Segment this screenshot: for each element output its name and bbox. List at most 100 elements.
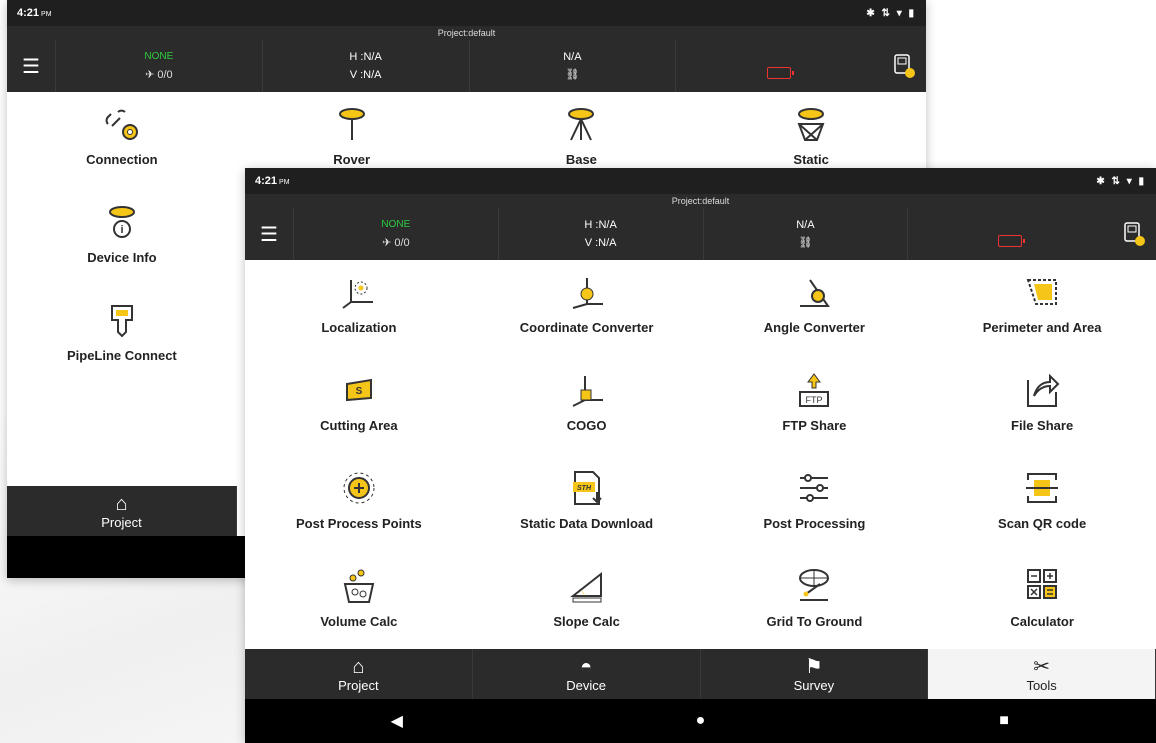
svg-text:FTP: FTP — [806, 395, 823, 405]
pipeline-icon — [110, 305, 133, 338]
precision-status[interactable]: H :N/A V :N/A — [261, 40, 469, 92]
device-icon: ◓ — [580, 655, 593, 678]
tile-file-share[interactable]: File Share — [928, 362, 1156, 460]
svg-text:S: S — [356, 386, 363, 397]
back-nav-icon[interactable]: ◀ — [367, 711, 427, 731]
angle-converter-icon — [800, 279, 831, 307]
tile-calculator[interactable]: Calculator — [928, 558, 1156, 656]
recents-nav-icon[interactable]: ■ — [974, 712, 1034, 730]
fix-status[interactable]: NONE ✈ 0/0 — [293, 208, 498, 260]
receiver-download-icon[interactable] — [1112, 208, 1156, 260]
tile-post-processing[interactable]: Post Processing — [701, 460, 929, 558]
tile-label: Localization — [321, 320, 397, 335]
tile-label: Perimeter and Area — [982, 320, 1102, 335]
system-status-icons: ✱ ⇅ ▾ ▮ — [866, 7, 916, 19]
tile-label: Volume Calc — [320, 614, 398, 629]
grid-to-ground-icon — [799, 569, 830, 601]
system-status-icons: ✱ ⇅ ▾ ▮ — [1096, 175, 1146, 187]
tile-label: File Share — [1011, 418, 1074, 433]
tile-pipeline-connect[interactable]: PipeLine Connect — [7, 292, 237, 390]
front-tablet-screen: 4:21 PM ✱ ⇅ ▾ ▮ Project:default ☰ NONE ✈ … — [245, 168, 1156, 743]
tile-label: Coordinate Converter — [519, 320, 654, 335]
tile-static-data-download[interactable]: STH Static Data Download — [473, 460, 701, 558]
localization-icon — [342, 280, 373, 309]
tile-label: Grid To Ground — [766, 614, 863, 629]
project-title: Project:default — [245, 194, 1156, 208]
gnss-info-bar: ☰ NONE ✈ 0/0 H :N/A V :N/A N/A ⛓ — [7, 40, 926, 92]
broken-link-icon: ⛓ — [798, 237, 813, 249]
tools-tile-grid: Localization Coordinate Converter Angle Co… — [245, 260, 1156, 652]
tile-volume-calc[interactable]: Volume Calc — [245, 558, 473, 656]
tab-device[interactable]: ◓ Device — [473, 649, 701, 699]
base-tripod-icon — [568, 108, 595, 141]
survey-icon: ⚑ — [804, 655, 823, 678]
post-process-points-icon — [343, 472, 375, 504]
scan-qr-icon — [1026, 473, 1059, 503]
tile-cogo[interactable]: COGO — [473, 362, 701, 460]
tile-label: Rover — [333, 152, 371, 167]
cogo-icon — [572, 376, 603, 407]
tile-label: Base — [565, 152, 597, 167]
receiver-download-icon[interactable] — [882, 40, 926, 92]
tile-label: Post Processing — [763, 516, 866, 531]
tile-label: Angle Converter — [763, 320, 865, 335]
tile-ftp-share[interactable]: FTP FTP Share — [701, 362, 929, 460]
tab-tools[interactable]: ✂ Tools — [928, 649, 1156, 699]
tile-label: COGO — [566, 418, 607, 433]
perimeter-area-icon — [1026, 279, 1058, 305]
home-icon: ⌂ — [115, 492, 128, 515]
file-share-icon — [1027, 373, 1060, 407]
link-status[interactable]: N/A ⛓ — [468, 40, 676, 92]
tile-slope-calc[interactable]: Slope Calc — [473, 558, 701, 656]
menu-icon[interactable]: ☰ — [245, 208, 293, 260]
tile-device-info[interactable]: i Device Info — [7, 194, 237, 292]
battery-status[interactable] — [907, 208, 1112, 260]
static-data-download-icon: STH — [572, 471, 602, 505]
precision-status[interactable]: H :N/A V :N/A — [497, 208, 703, 260]
tile-label: Slope Calc — [553, 614, 620, 629]
tile-angle-converter[interactable]: Angle Converter — [701, 264, 929, 362]
tile-label: Static — [793, 152, 829, 167]
tile-label: PipeLine Connect — [66, 348, 177, 363]
post-processing-icon — [800, 474, 829, 502]
clock: 4:21 PM — [255, 175, 290, 187]
svg-text:i: i — [120, 224, 123, 236]
menu-icon[interactable]: ☰ — [7, 40, 55, 92]
back-tab-bar: ⌂ Project — [7, 486, 237, 536]
device-info-icon: i — [108, 206, 135, 238]
battery-status[interactable] — [675, 40, 882, 92]
tile-label: Calculator — [1010, 614, 1074, 629]
battery-icon — [998, 235, 1026, 247]
tile-cutting-area[interactable]: S Cutting Area — [245, 362, 473, 460]
volume-calc-icon — [343, 569, 375, 603]
link-status[interactable]: N/A ⛓ — [702, 208, 908, 260]
tab-project[interactable]: ⌂ Project — [245, 649, 473, 699]
tile-coordinate-converter[interactable]: Coordinate Converter — [473, 264, 701, 362]
svg-text:STH: STH — [577, 485, 592, 492]
static-icon — [797, 108, 825, 141]
tile-label: Connection — [86, 152, 158, 167]
tile-label: Device Info — [87, 250, 157, 265]
tile-scan-qr-code[interactable]: Scan QR code — [928, 460, 1156, 558]
home-icon: ⌂ — [352, 655, 365, 678]
navigation-bar: ◀ ● ■ — [245, 699, 1156, 743]
fix-status[interactable]: NONE ✈ 0/0 — [55, 40, 262, 92]
tile-post-process-points[interactable]: Post Process Points — [245, 460, 473, 558]
tab-project[interactable]: ⌂ Project — [7, 486, 237, 536]
status-bar: 4:21 PM ✱ ⇅ ▾ ▮ — [245, 168, 1156, 194]
tile-label: FTP Share — [782, 418, 847, 433]
satellite-icon: ✈ — [145, 69, 155, 81]
tile-grid-to-ground[interactable]: Grid To Ground — [701, 558, 929, 656]
link-gear-icon — [105, 109, 138, 140]
cutting-area-icon: S — [345, 378, 372, 402]
tile-connection[interactable]: Connection — [7, 96, 237, 194]
tools-icon: ✂ — [1033, 655, 1050, 678]
home-nav-icon[interactable]: ● — [670, 712, 730, 730]
broken-link-icon: ⛓ — [565, 69, 580, 81]
tile-localization[interactable]: Localization — [245, 264, 473, 362]
tile-perimeter-and-area[interactable]: Perimeter and Area — [928, 264, 1156, 362]
tab-survey[interactable]: ⚑ Survey — [701, 649, 929, 699]
satellite-icon: ✈ — [382, 237, 392, 249]
clock: 4:21 PM — [17, 7, 52, 19]
status-bar: 4:21 PM ✱ ⇅ ▾ ▮ — [7, 0, 926, 26]
